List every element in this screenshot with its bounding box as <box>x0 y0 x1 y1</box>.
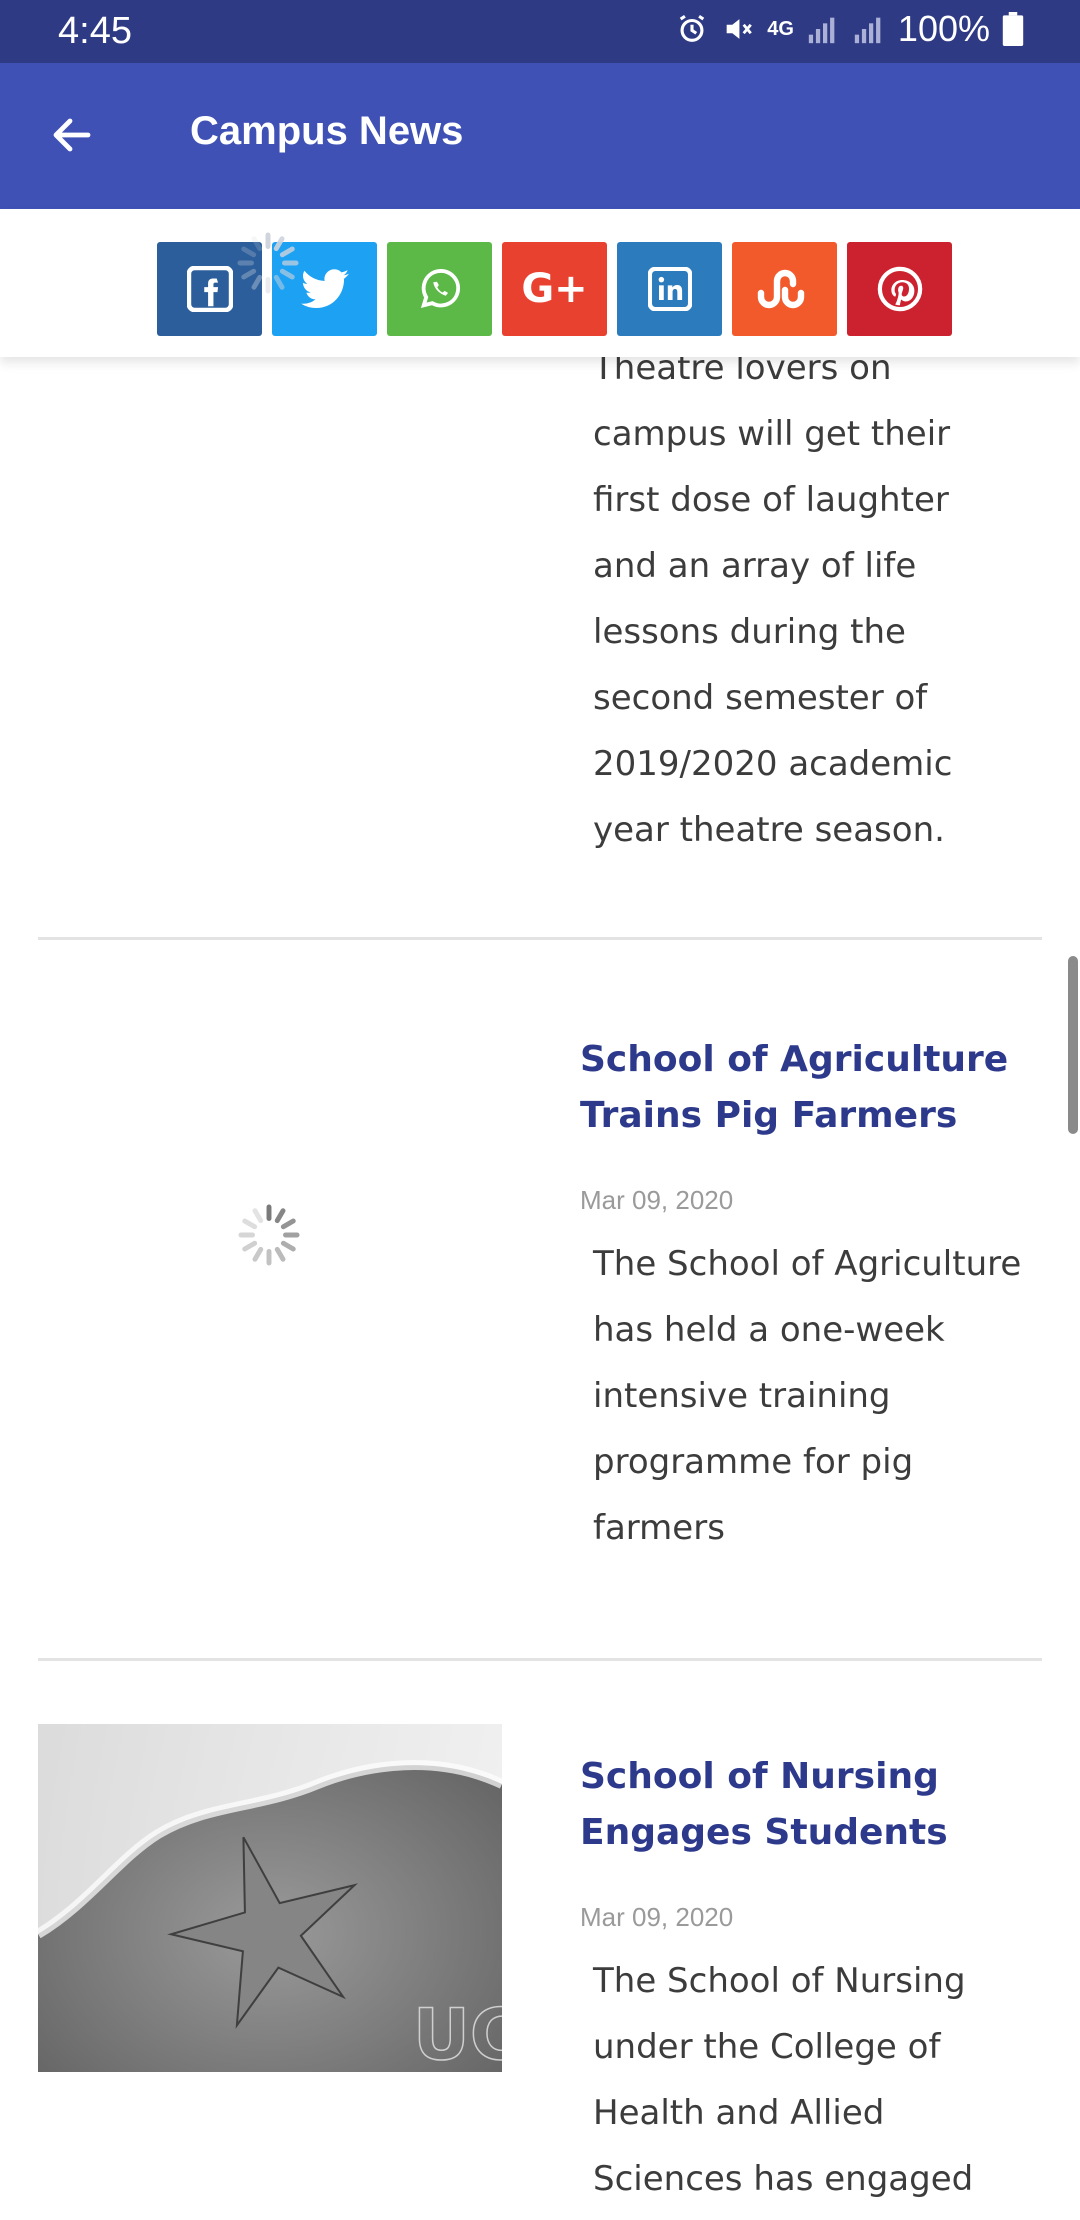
googleplus-share-button[interactable]: G+ <box>502 242 607 336</box>
news-article[interactable]: Theatre lovers on campus will get their … <box>0 357 1080 940</box>
summary-line: year theatre season. <box>593 810 945 850</box>
linkedin-icon <box>647 267 692 311</box>
app-bar: Campus News <box>0 63 1080 209</box>
pinterest-share-button[interactable] <box>847 242 952 336</box>
googleplus-icon: G+ <box>521 266 588 312</box>
status-time: 4:45 <box>58 10 132 52</box>
news-feed[interactable]: Theatre lovers on campus will get their … <box>0 357 1080 2220</box>
battery-icon <box>1002 12 1024 46</box>
arrow-left-icon <box>48 111 96 163</box>
mute-icon <box>721 12 755 46</box>
whatsapp-icon <box>417 266 463 312</box>
whatsapp-share-button[interactable] <box>387 242 492 336</box>
alarm-icon <box>675 12 709 46</box>
article-date: Mar 09, 2020 <box>580 1902 734 1932</box>
image-watermark: UC <box>413 1994 502 2072</box>
summary-line: second semester of <box>593 678 928 718</box>
twitter-icon <box>300 268 349 310</box>
summary-line: lessons during the <box>593 612 906 652</box>
article-title[interactable]: School of Nursing Engages Students <box>580 1749 1040 1861</box>
news-article[interactable]: UC School of Nursing Engages Students Ma… <box>0 1661 1080 2220</box>
share-bar: G+ <box>0 209 1080 357</box>
signal-icon-2 <box>852 14 886 44</box>
linkedin-share-button[interactable] <box>617 242 722 336</box>
image-loading-spinner-icon <box>236 1202 302 1272</box>
pinterest-icon <box>877 266 923 312</box>
article-title[interactable]: School of Agriculture Trains Pig Farmers <box>580 1032 1040 1144</box>
article-image[interactable]: UC <box>35 1724 522 2077</box>
battery-percent: 100% <box>897 8 990 49</box>
network-type: 4G <box>767 17 794 40</box>
scrollbar[interactable] <box>1068 956 1078 1134</box>
status-icons: 4G 100% <box>675 8 1024 50</box>
article-date: Mar 09, 2020 <box>580 1185 734 1215</box>
news-article[interactable]: School of Agriculture Trains Pig Farmers… <box>0 940 1080 1660</box>
article-summary: Theatre lovers on campus will get their … <box>593 357 1033 863</box>
summary-line: 2019/2020 academic <box>593 744 953 784</box>
page-title: Campus News <box>190 109 464 153</box>
summary-line: Theatre lovers on <box>593 357 892 388</box>
facebook-icon <box>186 266 233 312</box>
facebook-share-label[interactable]: Share <box>181 372 253 403</box>
summary-line: campus will get their <box>593 414 951 454</box>
signal-icon <box>806 14 840 44</box>
article-summary: The School of Nursing under the College … <box>593 1961 974 2199</box>
twitter-share-label[interactable]: Tweet <box>296 372 368 403</box>
status-bar: 4:45 4G 100% <box>0 0 1080 63</box>
back-button[interactable] <box>40 105 104 169</box>
loading-spinner-icon <box>235 230 301 300</box>
stumbleupon-share-button[interactable] <box>732 242 837 336</box>
stumbleupon-icon <box>757 269 813 309</box>
article-summary: The School of Agriculture has held a one… <box>593 1244 1022 1548</box>
summary-line: first dose of laughter <box>593 480 949 520</box>
summary-line: and an array of life <box>593 546 917 586</box>
